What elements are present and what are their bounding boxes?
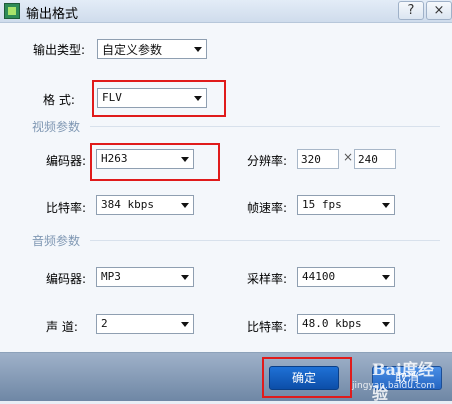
title-bar: 输出格式 ? ×	[0, 0, 452, 23]
format-label: 格 式:	[43, 93, 75, 107]
video-codec-label: 编码器:	[46, 154, 87, 168]
video-section-label: 视频参数	[32, 120, 81, 134]
format-highlight-box	[92, 80, 226, 117]
app-icon	[4, 3, 20, 19]
audio-codec-value: MP3	[101, 270, 121, 283]
chevron-down-icon	[382, 203, 390, 208]
channel-select[interactable]: 2	[96, 314, 194, 334]
output-type-select[interactable]: 自定义参数	[97, 39, 207, 59]
channel-label: 声 道:	[46, 320, 78, 334]
times-icon: ×	[343, 150, 354, 164]
audio-codec-select[interactable]: MP3	[96, 267, 194, 287]
framerate-label: 帧速率:	[247, 201, 288, 215]
samplerate-select[interactable]: 44100	[297, 267, 395, 287]
video-bitrate-select[interactable]: 384 kbps	[96, 195, 194, 215]
audio-bitrate-select[interactable]: 48.0 kbps	[297, 314, 395, 334]
samplerate-value: 44100	[302, 270, 336, 283]
samplerate-label: 采样率:	[247, 272, 288, 286]
chevron-down-icon	[382, 322, 390, 327]
audio-codec-label: 编码器:	[46, 272, 87, 286]
audio-section-label: 音频参数	[32, 234, 81, 248]
resolution-label: 分辨率:	[247, 154, 288, 168]
framerate-value: 15 fps	[302, 198, 342, 211]
watermark-url: jingyan.baidu.com	[352, 381, 436, 391]
output-format-dialog: 输出格式 ? × 输出类型: 自定义参数 格 式: FLV 视频参数 编码器: …	[0, 0, 452, 403]
window-title: 输出格式	[26, 7, 79, 22]
chevron-down-icon	[194, 47, 202, 52]
output-type-label: 输出类型:	[33, 43, 86, 57]
baidu-watermark: Bai度经验 jingyan.baidu.com	[352, 354, 448, 403]
framerate-select[interactable]: 15 fps	[297, 195, 395, 215]
output-type-value: 自定义参数	[102, 43, 163, 57]
chevron-down-icon	[181, 322, 189, 327]
close-button[interactable]: ×	[426, 1, 452, 20]
video-section-divider	[90, 126, 440, 127]
ok-highlight-box	[262, 357, 352, 398]
chevron-down-icon	[181, 203, 189, 208]
audio-bitrate-value: 48.0 kbps	[302, 317, 362, 330]
video-bitrate-value: 384 kbps	[101, 198, 154, 211]
audio-bitrate-label: 比特率:	[247, 320, 288, 334]
chevron-down-icon	[382, 275, 390, 280]
resolution-width-input[interactable]: 320	[297, 149, 339, 169]
audio-section-divider	[90, 240, 440, 241]
watermark-logo: Bai度经验	[372, 360, 434, 403]
video-bitrate-label: 比特率:	[46, 201, 87, 215]
video-codec-highlight-box	[90, 143, 220, 181]
chevron-down-icon	[181, 275, 189, 280]
resolution-height-input[interactable]: 240	[354, 149, 396, 169]
help-button[interactable]: ?	[398, 1, 424, 20]
channel-value: 2	[101, 317, 108, 330]
